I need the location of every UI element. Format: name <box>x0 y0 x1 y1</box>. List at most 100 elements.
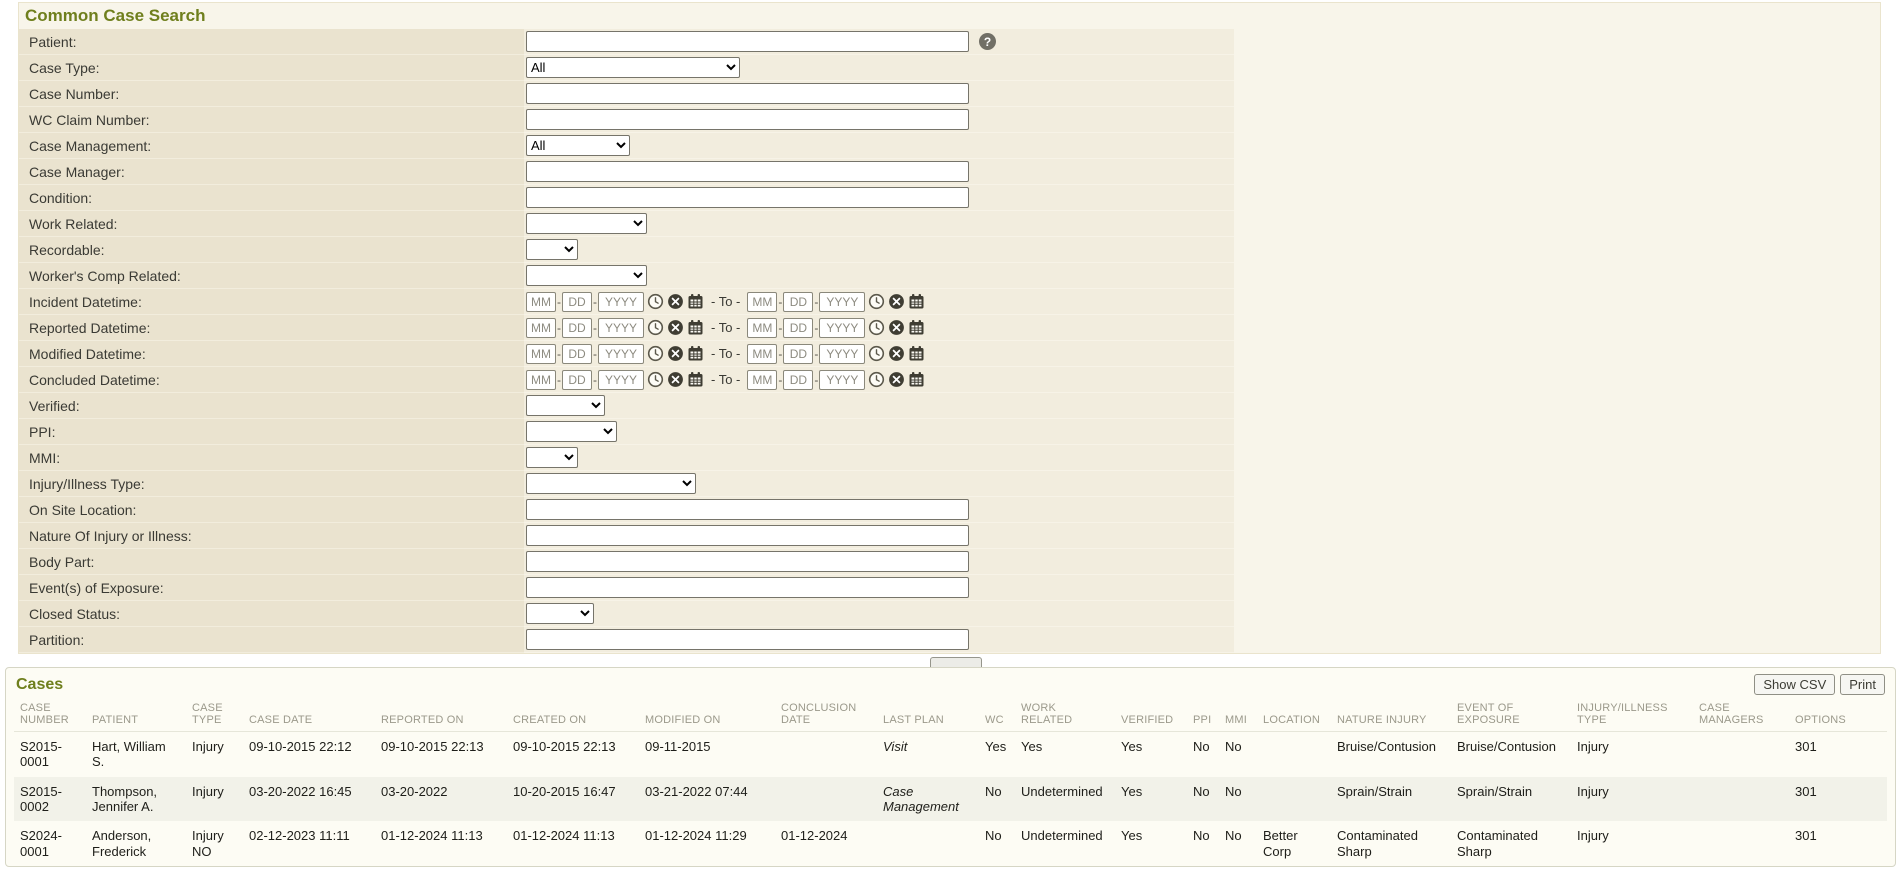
reported-datetime-from-dd-input[interactable] <box>562 318 592 338</box>
cell-conclusion_date <box>775 732 877 777</box>
modified-datetime-from-yyyy-input[interactable] <box>598 344 644 364</box>
nature-of-injury-or-illness-input[interactable] <box>526 525 969 546</box>
calendar-icon[interactable] <box>908 293 925 310</box>
mmi-select[interactable] <box>526 447 578 468</box>
partial-search-button[interactable] <box>930 657 982 667</box>
help-icon[interactable]: ? <box>979 33 996 50</box>
wc-claim-number-field-area <box>524 107 1234 133</box>
cell-event_of_exposure: Bruise/Contusion <box>1451 732 1571 777</box>
column-header-reported_on: REPORTED ON <box>375 700 507 732</box>
show-csv-button[interactable]: Show CSV <box>1754 674 1835 695</box>
clear-icon[interactable] <box>667 293 684 310</box>
concluded-datetime-to-mm-input[interactable] <box>747 370 777 390</box>
workers-comp-related-select[interactable] <box>526 265 647 286</box>
modified-datetime-from-dd-input[interactable] <box>562 344 592 364</box>
events-of-exposure-label: Event(s) of Exposure: <box>19 575 524 601</box>
patient-field-area: ? <box>524 29 1234 55</box>
calendar-icon[interactable] <box>687 345 704 362</box>
modified-datetime-from-mm-input[interactable] <box>526 344 556 364</box>
clock-icon[interactable] <box>647 345 664 362</box>
date-part-separator: - <box>814 347 818 361</box>
case-management-select[interactable]: All <box>526 135 630 156</box>
body-part-field-area <box>524 549 1234 575</box>
calendar-icon[interactable] <box>687 371 704 388</box>
injury-illness-type-select[interactable] <box>526 473 696 494</box>
clock-icon[interactable] <box>868 371 885 388</box>
cell-work_related: Yes <box>1015 732 1115 777</box>
clock-icon[interactable] <box>868 293 885 310</box>
patient-input[interactable] <box>526 31 969 52</box>
clear-icon[interactable] <box>888 319 905 336</box>
calendar-icon[interactable] <box>687 319 704 336</box>
reported-datetime-to-yyyy-input[interactable] <box>819 318 865 338</box>
cell-nature_injury: Bruise/Contusion <box>1331 732 1451 777</box>
concluded-datetime-from-dd-input[interactable] <box>562 370 592 390</box>
clock-icon[interactable] <box>647 293 664 310</box>
cell-last_plan <box>877 821 979 866</box>
date-part-separator: - <box>778 295 782 309</box>
incident-datetime-to-dd-input[interactable] <box>783 292 813 312</box>
cell-case_managers <box>1693 732 1789 777</box>
column-header-conclusion_date: CONCLUSION DATE <box>775 700 877 732</box>
row-filler <box>1234 627 1880 653</box>
concluded-datetime-to-yyyy-input[interactable] <box>819 370 865 390</box>
clear-icon[interactable] <box>888 293 905 310</box>
calendar-icon[interactable] <box>908 345 925 362</box>
date-part-separator: - <box>814 295 818 309</box>
recordable-label: Recordable: <box>19 237 524 263</box>
cell-work_related: Undetermined <box>1015 821 1115 866</box>
cell-modified_on: 01-12-2024 11:29 <box>639 821 775 866</box>
clock-icon[interactable] <box>868 345 885 362</box>
wc-claim-number-input[interactable] <box>526 109 969 130</box>
cell-case_type: Injury NO <box>186 821 243 866</box>
events-of-exposure-input[interactable] <box>526 577 969 598</box>
calendar-icon[interactable] <box>908 371 925 388</box>
ppi-select[interactable] <box>526 421 617 442</box>
cell-patient: Thompson, Jennifer A. <box>86 777 186 822</box>
print-button[interactable]: Print <box>1840 674 1885 695</box>
concluded-datetime-to-dd-input[interactable] <box>783 370 813 390</box>
cell-ppi: No <box>1187 777 1219 822</box>
concluded-datetime-from-date-group: -- <box>526 370 704 390</box>
incident-datetime-from-yyyy-input[interactable] <box>598 292 644 312</box>
on-site-location-input[interactable] <box>526 499 969 520</box>
work-related-select[interactable] <box>526 213 647 234</box>
mmi-label: MMI: <box>19 445 524 471</box>
case-type-select[interactable]: All <box>526 57 740 78</box>
incident-datetime-from-dd-input[interactable] <box>562 292 592 312</box>
incident-datetime-from-mm-input[interactable] <box>526 292 556 312</box>
row-filler <box>1234 133 1880 159</box>
verified-select[interactable] <box>526 395 605 416</box>
clear-icon[interactable] <box>667 319 684 336</box>
reported-datetime-to-mm-input[interactable] <box>747 318 777 338</box>
clear-icon[interactable] <box>888 345 905 362</box>
incident-datetime-to-yyyy-input[interactable] <box>819 292 865 312</box>
modified-datetime-to-yyyy-input[interactable] <box>819 344 865 364</box>
clear-icon[interactable] <box>667 345 684 362</box>
reported-datetime-from-yyyy-input[interactable] <box>598 318 644 338</box>
reported-datetime-to-dd-input[interactable] <box>783 318 813 338</box>
clock-icon[interactable] <box>647 319 664 336</box>
case-number-input[interactable] <box>526 83 969 104</box>
clock-icon[interactable] <box>647 371 664 388</box>
concluded-datetime-from-yyyy-input[interactable] <box>598 370 644 390</box>
partition-label: Partition: <box>19 627 524 653</box>
modified-datetime-to-mm-input[interactable] <box>747 344 777 364</box>
clear-icon[interactable] <box>888 371 905 388</box>
modified-datetime-to-dd-input[interactable] <box>783 344 813 364</box>
partition-input[interactable] <box>526 629 969 650</box>
cell-case_managers <box>1693 821 1789 866</box>
clear-icon[interactable] <box>667 371 684 388</box>
incident-datetime-to-date-group: -- <box>747 292 925 312</box>
calendar-icon[interactable] <box>908 319 925 336</box>
clock-icon[interactable] <box>868 319 885 336</box>
body-part-input[interactable] <box>526 551 969 572</box>
concluded-datetime-from-mm-input[interactable] <box>526 370 556 390</box>
condition-input[interactable] <box>526 187 969 208</box>
incident-datetime-to-mm-input[interactable] <box>747 292 777 312</box>
closed-status-select[interactable] <box>526 603 594 624</box>
case-manager-input[interactable] <box>526 161 969 182</box>
calendar-icon[interactable] <box>687 293 704 310</box>
recordable-select[interactable] <box>526 239 578 260</box>
reported-datetime-from-mm-input[interactable] <box>526 318 556 338</box>
